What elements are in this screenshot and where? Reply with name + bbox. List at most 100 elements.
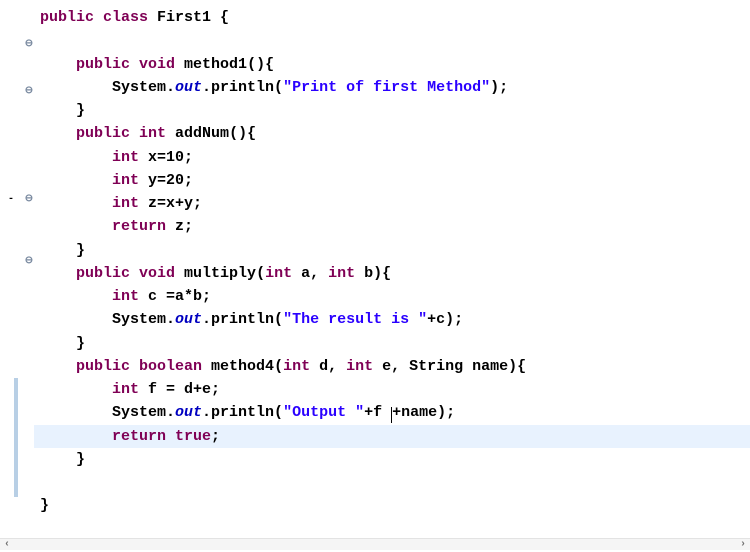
code-line[interactable]: int c =a*b; xyxy=(34,285,750,308)
code-line[interactable]: } xyxy=(34,239,750,262)
token: out xyxy=(175,311,202,328)
fold-toggle[interactable]: ⊖ xyxy=(24,254,34,270)
code-area[interactable]: public class First1 { public void method… xyxy=(34,0,750,550)
code-line[interactable]: System.out.println("Output "+f +name); xyxy=(34,401,750,424)
token: out xyxy=(175,79,202,96)
token: a, xyxy=(301,265,328,282)
scroll-left-icon[interactable]: ‹ xyxy=(0,539,14,550)
gutter-cell xyxy=(0,254,24,270)
token: int xyxy=(139,125,175,142)
fold-toggle xyxy=(24,316,34,332)
token: d, xyxy=(319,358,346,375)
token xyxy=(40,195,112,212)
token: } xyxy=(40,451,85,468)
code-line[interactable]: System.out.println("The result is "+c); xyxy=(34,308,750,331)
token: out xyxy=(175,404,202,421)
token xyxy=(40,172,112,189)
token: .println( xyxy=(202,311,283,328)
token: .println( xyxy=(202,79,283,96)
code-line[interactable]: int x=10; xyxy=(34,146,750,169)
fold-toggle xyxy=(24,146,34,162)
gutter-cell xyxy=(0,53,24,69)
token xyxy=(40,358,76,375)
code-editor[interactable]: - ⊖ ⊖ ⊖ ⊖ public class First1 { public void… xyxy=(0,0,750,550)
token: ( xyxy=(274,358,283,375)
code-line[interactable]: } xyxy=(34,332,750,355)
token: public xyxy=(40,9,103,26)
fold-toggle[interactable]: ⊖ xyxy=(24,37,34,53)
token xyxy=(40,288,112,305)
code-line[interactable]: public class First1 { xyxy=(34,6,750,29)
scroll-right-icon[interactable]: › xyxy=(736,539,750,550)
code-line[interactable]: public void method1(){ xyxy=(34,53,750,76)
code-line[interactable]: int z=x+y; xyxy=(34,192,750,215)
code-line[interactable] xyxy=(34,471,750,494)
fold-toggle xyxy=(24,285,34,301)
token: ( xyxy=(256,265,265,282)
fold-toggle xyxy=(24,68,34,84)
fold-toggle xyxy=(24,177,34,193)
code-line[interactable]: public boolean method4(int d, int e, Str… xyxy=(34,355,750,378)
token: public xyxy=(76,358,139,375)
code-line[interactable]: } xyxy=(34,99,750,122)
gutter-cell xyxy=(0,301,24,317)
code-line[interactable]: return true; xyxy=(34,425,750,448)
fold-toggle xyxy=(24,6,34,22)
token: public xyxy=(76,56,139,73)
code-line[interactable]: return z; xyxy=(34,215,750,238)
token: y=20; xyxy=(148,172,193,189)
token: int xyxy=(346,358,382,375)
token xyxy=(40,149,112,166)
fold-toggle[interactable]: ⊖ xyxy=(24,192,34,208)
code-line[interactable] xyxy=(34,29,750,52)
token: First1 xyxy=(157,9,220,26)
gutter-cell xyxy=(0,130,24,146)
token: addNum xyxy=(175,125,229,142)
gutter-cell xyxy=(0,332,24,348)
token xyxy=(40,265,76,282)
gutter-cell xyxy=(0,161,24,177)
token xyxy=(40,79,112,96)
token: z; xyxy=(175,218,193,235)
code-line[interactable]: public int addNum(){ xyxy=(34,122,750,145)
code-line[interactable]: int y=20; xyxy=(34,169,750,192)
change-marker xyxy=(14,378,18,497)
token: return xyxy=(112,218,175,235)
fold-toggle xyxy=(24,239,34,255)
token: +name); xyxy=(392,404,455,421)
token xyxy=(40,218,112,235)
horizontal-scrollbar[interactable]: ‹ › xyxy=(0,538,750,550)
fold-toggle xyxy=(24,270,34,286)
token: System. xyxy=(112,79,175,96)
token: (){ xyxy=(247,56,274,73)
token xyxy=(40,428,112,445)
code-line[interactable]: } xyxy=(34,494,750,517)
gutter-cell xyxy=(0,22,24,38)
token: true xyxy=(175,428,211,445)
code-line[interactable]: int f = d+e; xyxy=(34,378,750,401)
token: ; xyxy=(211,428,220,445)
token: public xyxy=(76,265,139,282)
token xyxy=(40,56,76,73)
token: System. xyxy=(112,311,175,328)
gutter-cell xyxy=(0,146,24,162)
code-line[interactable]: public void multiply(int a, int b){ xyxy=(34,262,750,285)
fold-toggle xyxy=(24,161,34,177)
token: ); xyxy=(490,79,508,96)
code-line[interactable]: } xyxy=(34,448,750,471)
token: int xyxy=(112,172,148,189)
token: e, String name){ xyxy=(382,358,526,375)
gutter-cell xyxy=(0,316,24,332)
gutter-cell xyxy=(0,84,24,100)
token: return xyxy=(112,428,175,445)
fold-toggle xyxy=(24,115,34,131)
token: (){ xyxy=(229,125,256,142)
fold-toggle[interactable]: ⊖ xyxy=(24,84,34,100)
token: void xyxy=(139,265,184,282)
fold-toggle xyxy=(24,301,34,317)
token: method1 xyxy=(184,56,247,73)
gutter-cell: - xyxy=(0,192,24,208)
code-line[interactable]: System.out.println("Print of first Metho… xyxy=(34,76,750,99)
token: } xyxy=(40,497,49,514)
fold-strip: ⊖ ⊖ ⊖ ⊖ xyxy=(24,0,34,550)
